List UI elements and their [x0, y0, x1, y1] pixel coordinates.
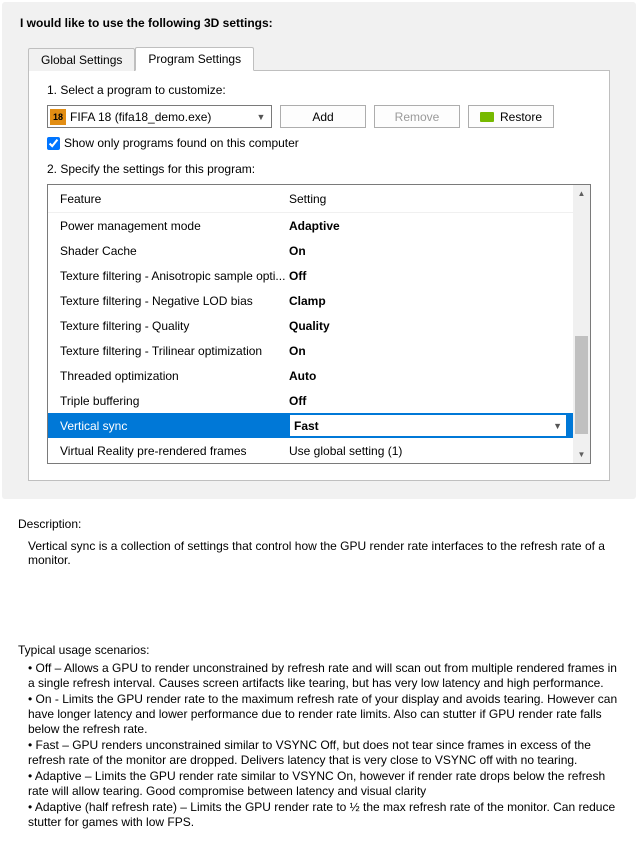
feature-cell: Threaded optimization: [54, 369, 289, 383]
add-button[interactable]: Add: [280, 105, 366, 128]
settings-row[interactable]: Virtual Reality pre-rendered framesUse g…: [48, 438, 573, 463]
show-only-found-row: Show only programs found on this compute…: [47, 136, 591, 150]
setting-cell: Auto: [289, 369, 567, 383]
setting-cell: Quality: [289, 319, 567, 333]
setting-cell: Off: [289, 394, 567, 408]
settings-header: Feature Setting: [48, 185, 573, 213]
feature-cell: Texture filtering - Trilinear optimizati…: [54, 344, 289, 358]
settings-row[interactable]: Texture filtering - Trilinear optimizati…: [48, 338, 573, 363]
scroll-down-icon[interactable]: ▼: [573, 446, 590, 463]
tab-bar: Global Settings Program Settings: [28, 46, 610, 70]
settings-row[interactable]: Texture filtering - Anisotropic sample o…: [48, 263, 573, 288]
restore-button[interactable]: Restore: [468, 105, 554, 128]
panel-title: I would like to use the following 3D set…: [20, 16, 626, 30]
setting-cell: Adaptive: [289, 219, 567, 233]
settings-row[interactable]: Triple bufferingOff: [48, 388, 573, 413]
settings-row[interactable]: Threaded optimizationAuto: [48, 363, 573, 388]
chevron-down-icon: ▼: [553, 421, 562, 431]
scroll-thumb[interactable]: [575, 336, 588, 434]
program-select-row: 18 FIFA 18 (fifa18_demo.exe) ▼ Add Remov…: [47, 105, 591, 128]
scenario-item: • Off – Allows a GPU to render unconstra…: [18, 661, 620, 691]
show-only-found-label: Show only programs found on this compute…: [64, 136, 299, 150]
setting-cell: On: [289, 244, 567, 258]
feature-cell: Texture filtering - Negative LOD bias: [54, 294, 289, 308]
settings-row[interactable]: Power management modeAdaptive: [48, 213, 573, 238]
description-title: Description:: [18, 517, 620, 531]
feature-cell: Virtual Reality pre-rendered frames: [54, 444, 289, 458]
step1-label: 1. Select a program to customize:: [47, 83, 591, 97]
settings-row[interactable]: Vertical syncFast▼: [48, 413, 573, 438]
remove-button: Remove: [374, 105, 460, 128]
nvidia-icon: [480, 112, 494, 122]
feature-cell: Texture filtering - Anisotropic sample o…: [54, 269, 289, 283]
scroll-up-icon[interactable]: ▲: [573, 185, 590, 202]
show-only-found-checkbox[interactable]: [47, 137, 60, 150]
program-icon: 18: [50, 109, 66, 125]
settings-row[interactable]: Shader CacheOn: [48, 238, 573, 263]
feature-cell: Power management mode: [54, 219, 289, 233]
scenario-item: • On - Limits the GPU render rate to the…: [18, 692, 620, 737]
feature-cell: Shader Cache: [54, 244, 289, 258]
program-select-text: FIFA 18 (fifa18_demo.exe): [70, 110, 253, 124]
tab-global-settings[interactable]: Global Settings: [28, 48, 135, 71]
scenario-item: • Fast – GPU renders unconstrained simil…: [18, 738, 620, 768]
settings-scroll: Feature Setting Power management modeAda…: [48, 185, 573, 463]
scenario-item: • Adaptive – Limits the GPU render rate …: [18, 769, 620, 799]
scenarios-title: Typical usage scenarios:: [18, 643, 620, 657]
settings-list: Feature Setting Power management modeAda…: [47, 184, 591, 464]
settings-row[interactable]: Texture filtering - QualityQuality: [48, 313, 573, 338]
step2-label: 2. Specify the settings for this program…: [47, 162, 591, 176]
scenarios-section: Typical usage scenarios: • Off – Allows …: [0, 635, 638, 849]
setting-cell[interactable]: Fast▼: [289, 414, 567, 437]
description-section: Description: Vertical sync is a collecti…: [0, 501, 638, 575]
chevron-down-icon: ▼: [253, 112, 269, 122]
setting-cell: Off: [289, 269, 567, 283]
header-feature: Feature: [54, 192, 289, 206]
header-setting: Setting: [289, 192, 567, 206]
settings-row[interactable]: Texture filtering - Negative LOD biasCla…: [48, 288, 573, 313]
feature-cell: Vertical sync: [54, 419, 289, 433]
setting-cell: Clamp: [289, 294, 567, 308]
feature-cell: Triple buffering: [54, 394, 289, 408]
program-settings-content: 1. Select a program to customize: 18 FIF…: [28, 70, 610, 481]
settings-panel: I would like to use the following 3D set…: [2, 2, 636, 499]
scrollbar[interactable]: ▲ ▼: [573, 185, 590, 463]
setting-cell: On: [289, 344, 567, 358]
scenario-item: • Adaptive (half refresh rate) – Limits …: [18, 800, 620, 830]
feature-cell: Texture filtering - Quality: [54, 319, 289, 333]
program-select[interactable]: 18 FIFA 18 (fifa18_demo.exe) ▼: [47, 105, 272, 128]
description-body: Vertical sync is a collection of setting…: [18, 539, 620, 567]
setting-cell: Use global setting (1): [289, 444, 567, 458]
tab-program-settings[interactable]: Program Settings: [135, 47, 254, 71]
